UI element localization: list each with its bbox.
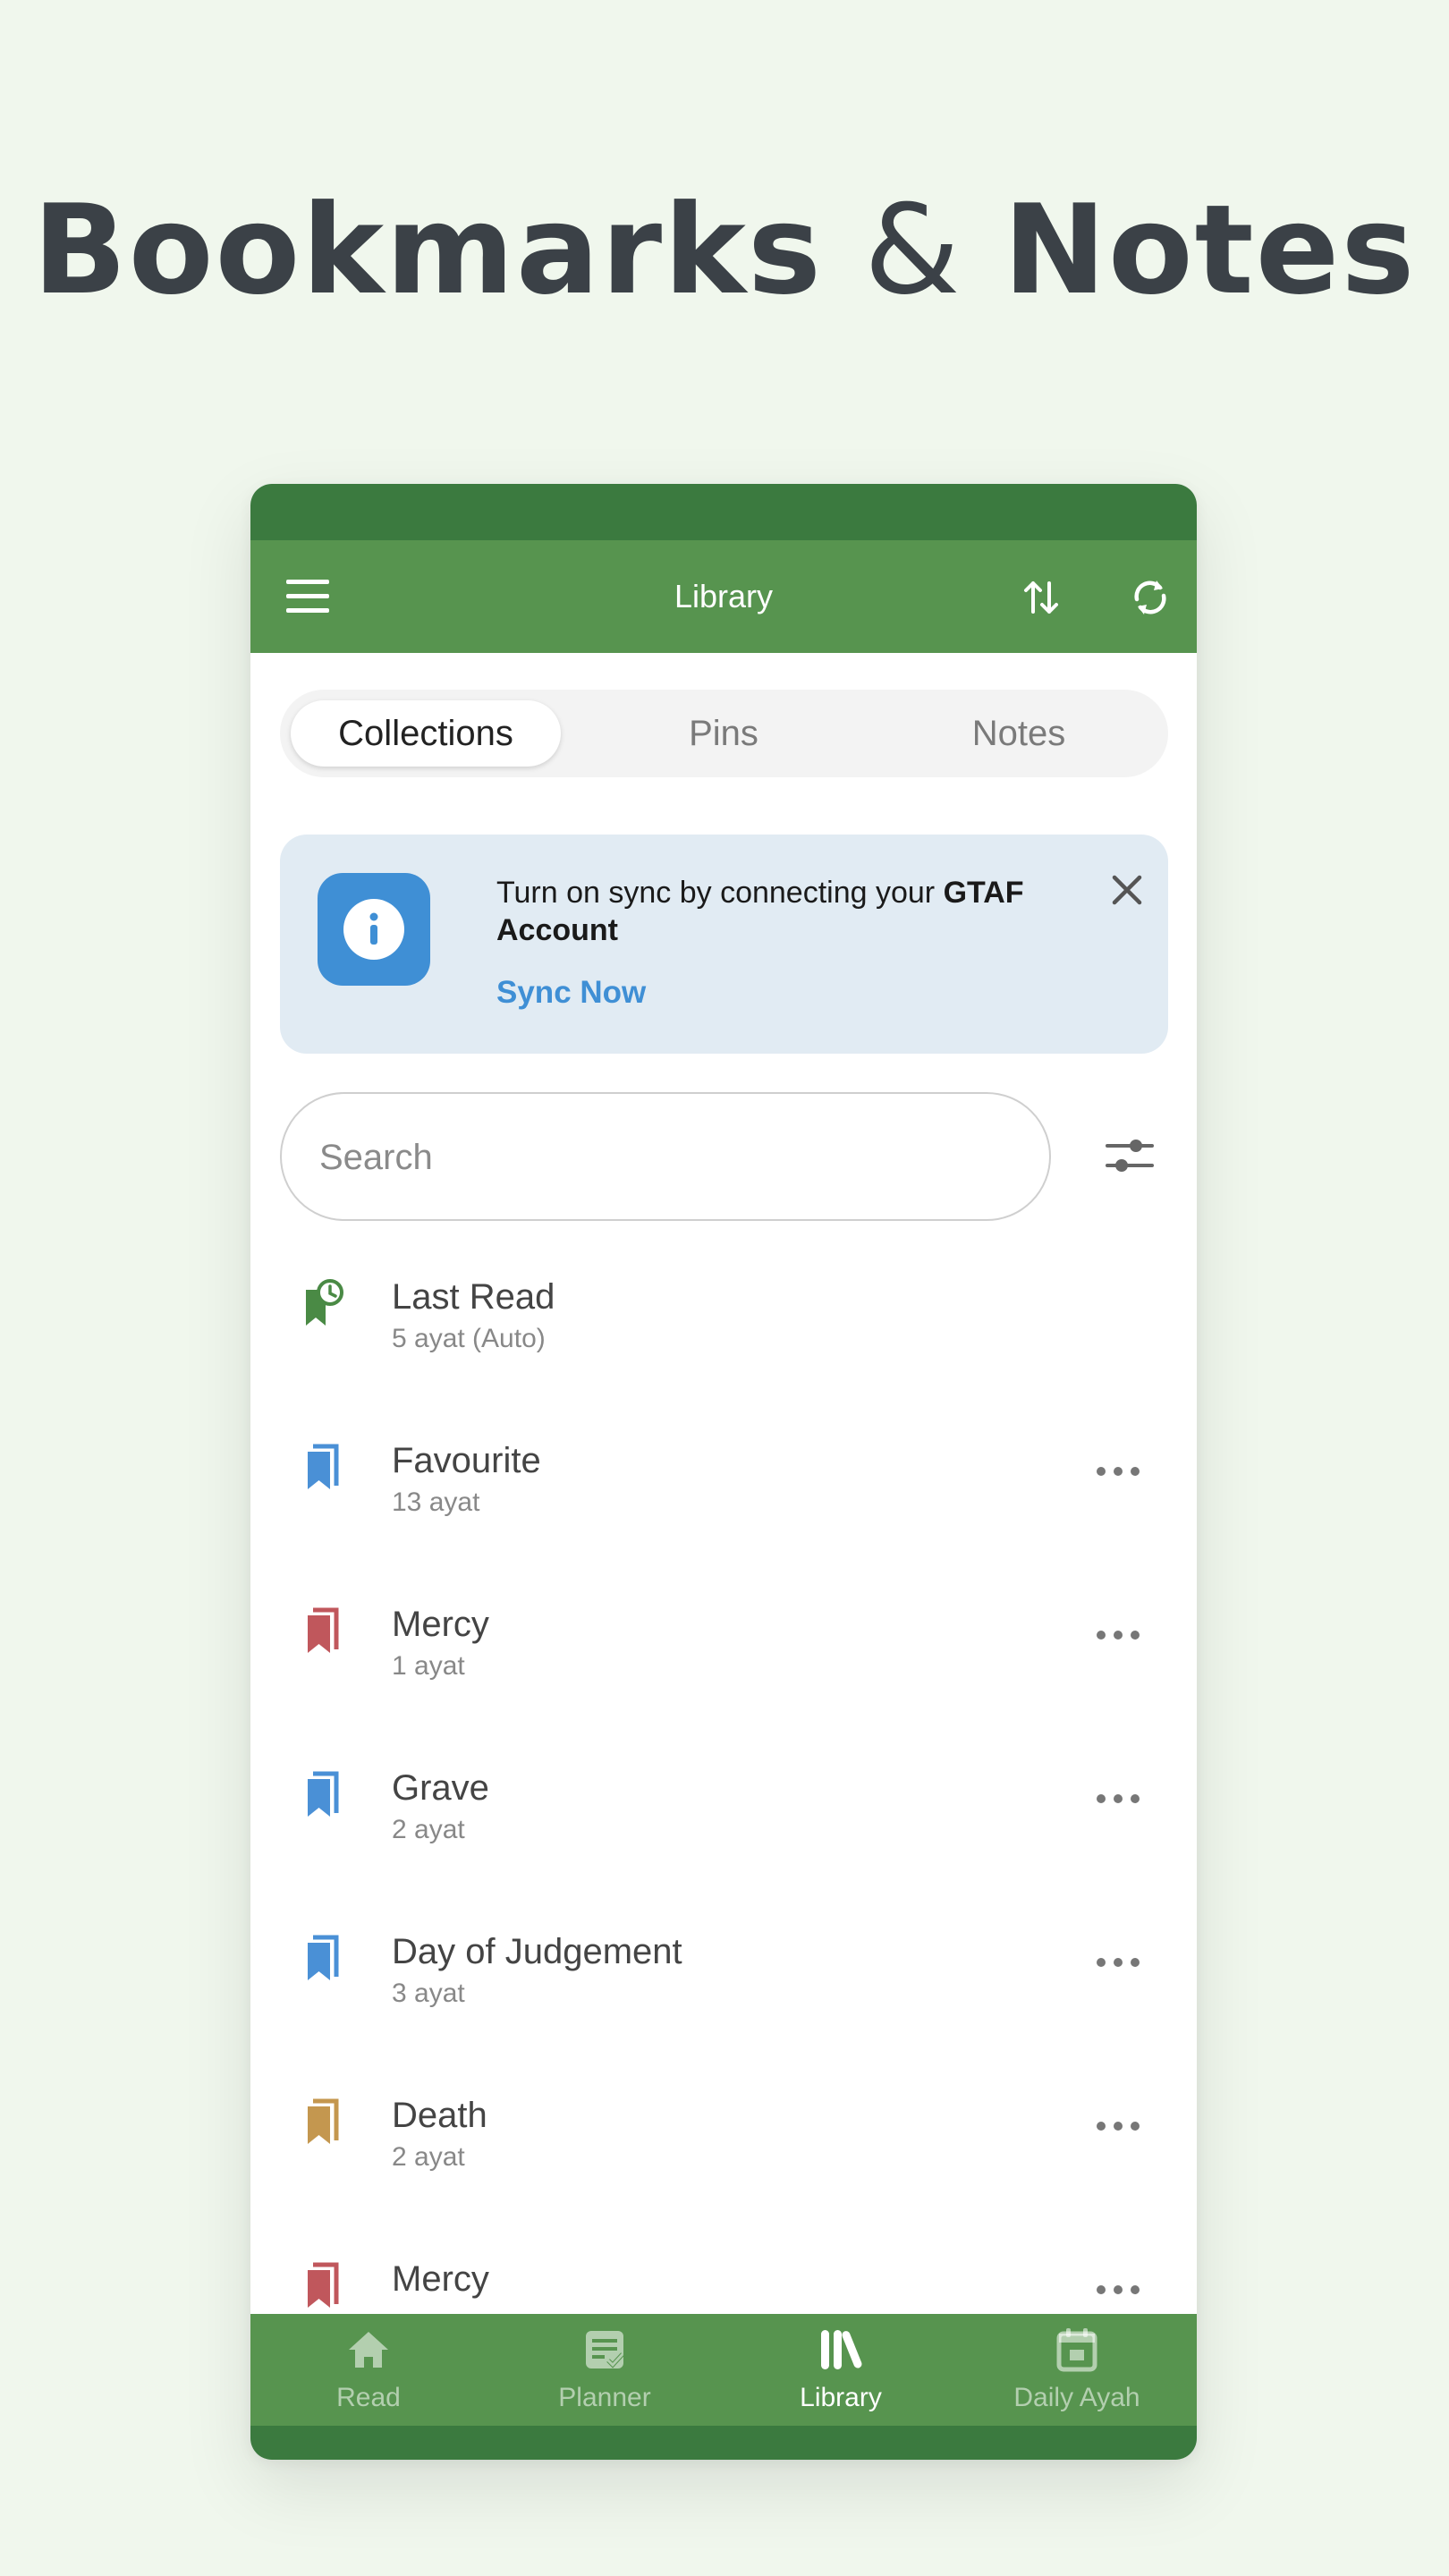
list-item-death[interactable]: Death 2 ayat (250, 2078, 1197, 2241)
list-item-favourite[interactable]: Favourite 13 ayat (250, 1423, 1197, 1587)
headline-word-notes: Notes (1003, 178, 1417, 322)
more-options-icon[interactable] (1097, 2268, 1140, 2311)
nav-daily-ayah-label: Daily Ayah (1013, 2383, 1140, 2412)
sort-icon[interactable] (1016, 572, 1066, 623)
sync-banner: Turn on sync by connecting your GTAF Acc… (280, 835, 1168, 1054)
bookmark-icon (302, 1934, 345, 1984)
more-options-icon[interactable] (1097, 1777, 1140, 1820)
nav-read-label: Read (336, 2383, 401, 2412)
page-headline: Bookmarks & Notes (0, 170, 1449, 331)
more-options-icon[interactable] (1097, 1941, 1140, 1984)
filter-icon[interactable] (1100, 1126, 1159, 1185)
list-item-last-read[interactable]: Last Read 5 ayat (Auto) (250, 1259, 1197, 1423)
home-icon (349, 2332, 388, 2368)
tab-notes[interactable]: Notes (884, 690, 1154, 777)
list-item-subtitle: 1 ayat (392, 1651, 465, 1681)
list-item-subtitle: 13 ayat (392, 1487, 480, 1517)
bookmark-icon (302, 2261, 345, 2311)
sync-message-text: Turn on sync by connecting your (496, 876, 944, 910)
list-item-subtitle: 3 ayat (392, 1979, 465, 2008)
nav-library-label: Library (800, 2383, 882, 2412)
more-options-icon[interactable] (1097, 2105, 1140, 2148)
info-icon (318, 873, 430, 986)
collection-tabs: Collections Pins Notes (280, 690, 1168, 777)
planner-icon (586, 2331, 624, 2368)
search-input[interactable] (318, 1094, 1001, 1221)
bookmark-icon (302, 1606, 345, 1657)
list-item-subtitle: 5 ayat (Auto) (392, 1324, 546, 1353)
close-icon[interactable] (1107, 870, 1147, 910)
last-read-bookmark-icon (302, 1279, 345, 1329)
sync-now-link[interactable]: Sync Now (496, 973, 646, 1013)
bookmark-icon (302, 2097, 345, 2148)
nav-planner[interactable]: Planner (487, 2314, 723, 2426)
list-item-title: Death (392, 2096, 487, 2135)
nav-library[interactable]: Library (723, 2314, 959, 2426)
list-item-day-of-judgement[interactable]: Day of Judgement 3 ayat (250, 1914, 1197, 2078)
list-item-subtitle: 2 ayat (392, 1815, 465, 1844)
list-item-mercy[interactable]: Mercy 1 ayat (250, 1587, 1197, 1750)
gesture-bar (250, 2426, 1197, 2460)
search-field (280, 1092, 1051, 1221)
list-item-title: Day of Judgement (392, 1932, 682, 1971)
library-icon (821, 2330, 862, 2369)
list-item-title: Last Read (392, 1277, 555, 1317)
bookmark-icon (302, 1770, 345, 1820)
tab-pins[interactable]: Pins (589, 690, 859, 777)
calendar-icon (1056, 2328, 1097, 2372)
bookmark-icon (302, 1443, 345, 1493)
nav-daily-ayah[interactable]: Daily Ayah (959, 2314, 1195, 2426)
bottom-navigation: Read Planner Library Daily Ayah (250, 2314, 1197, 2426)
status-bar (250, 484, 1197, 540)
list-item-subtitle: 2 ayat (392, 2142, 465, 2172)
list-item-grave[interactable]: Grave 2 ayat (250, 1750, 1197, 1914)
sync-message: Turn on sync by connecting your GTAF Acc… (496, 874, 1078, 949)
phone-screen: Library Collections Pins Notes Turn on s… (250, 484, 1197, 2460)
sync-icon[interactable] (1125, 572, 1175, 623)
list-item-title: Mercy (392, 2259, 489, 2299)
list-item-title: Favourite (392, 1441, 541, 1480)
nav-read[interactable]: Read (250, 2314, 487, 2426)
tab-collections[interactable]: Collections (291, 700, 561, 767)
headline-ampersand: & (863, 178, 962, 322)
app-bar: Library (250, 540, 1197, 653)
more-options-icon[interactable] (1097, 1614, 1140, 1657)
list-item-title: Mercy (392, 1605, 489, 1644)
more-options-icon[interactable] (1097, 1450, 1140, 1493)
headline-word-bookmarks: Bookmarks (32, 178, 824, 322)
nav-planner-label: Planner (558, 2383, 651, 2412)
list-item-title: Grave (392, 1768, 489, 1808)
